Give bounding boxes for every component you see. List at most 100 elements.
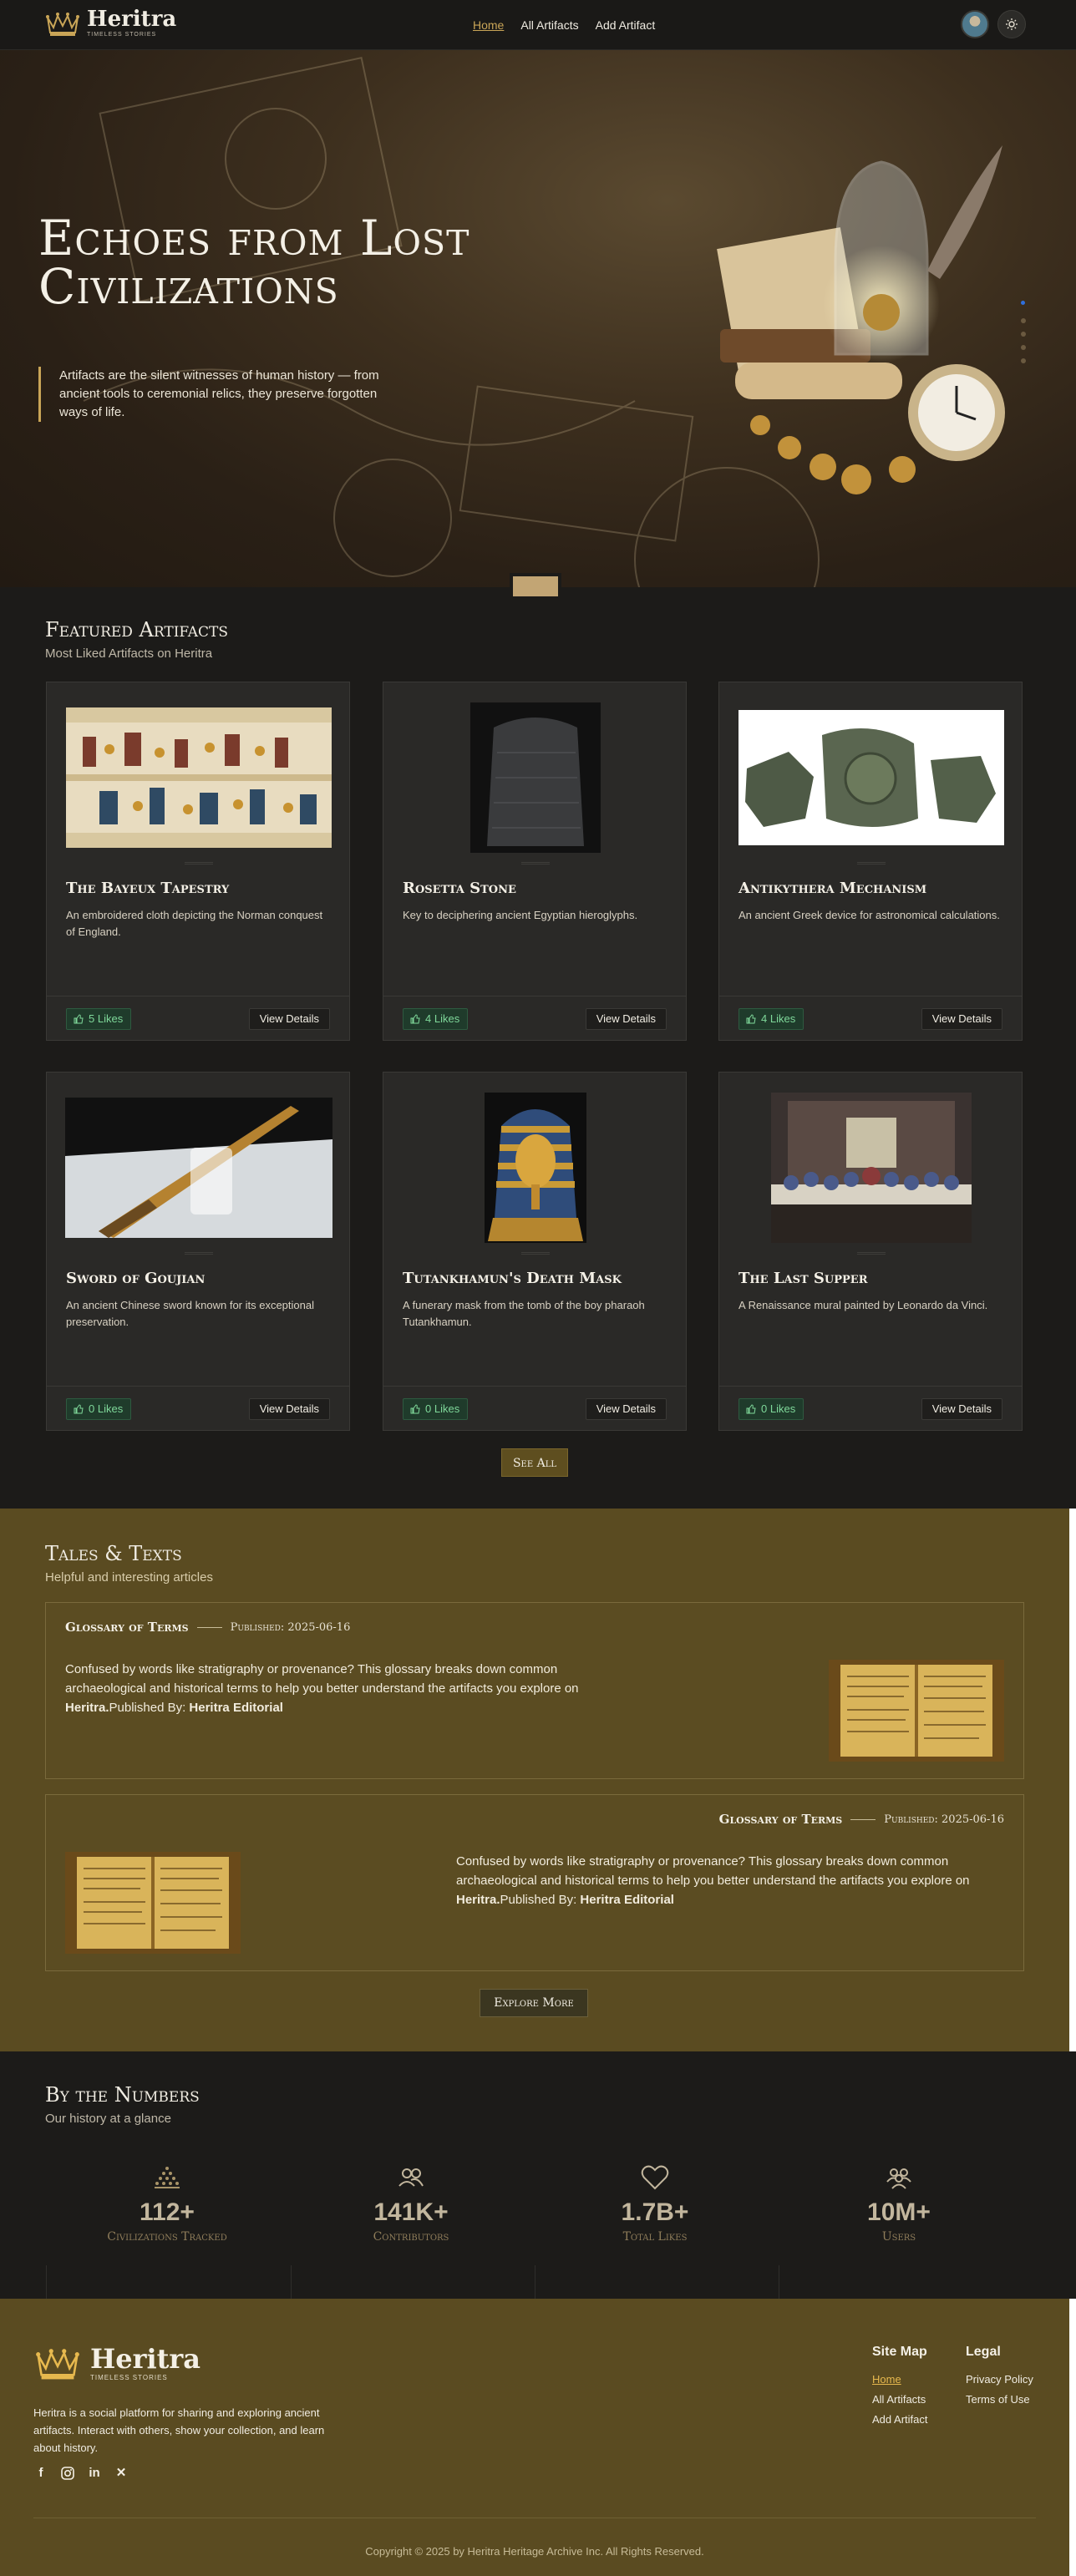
numbers-title: By the Numbers <box>45 2083 200 2107</box>
like-count: 5 Likes <box>89 1012 124 1025</box>
article-card[interactable]: Glossary of Terms Published: 2025-06-16 … <box>45 1602 1024 1779</box>
stat-label: Users <box>881 2230 916 2244</box>
footer-link-add-artifact[interactable]: Add Artifact <box>872 2413 927 2426</box>
artifact-card: Sword of Goujian An ancient Chinese swor… <box>46 1072 350 1431</box>
brand-logo[interactable]: Heritra TIMELESS STORIES <box>45 8 176 38</box>
card-footer: 0 Likes View Details <box>383 1386 686 1430</box>
tales-title: Tales & Texts <box>45 1542 182 1565</box>
theme-toggle-button[interactable] <box>997 10 1026 38</box>
view-details-button[interactable]: View Details <box>248 1398 330 1420</box>
artifact-title[interactable]: Rosetta Stone <box>403 880 516 897</box>
explore-more-button[interactable]: Explore More <box>480 1989 588 2017</box>
numbers-header: By the Numbers Our history at a glance <box>45 2083 200 2126</box>
like-button[interactable]: 0 Likes <box>738 1398 804 1420</box>
article-body: Confused by words like stratigraphy or p… <box>456 1852 1007 1909</box>
like-count: 0 Likes <box>89 1402 124 1415</box>
card-divider <box>857 862 886 865</box>
artifact-image[interactable] <box>47 1093 351 1243</box>
thumbs-up-icon <box>746 1014 756 1024</box>
linkedin-icon[interactable]: in <box>87 2466 102 2481</box>
stat-civilizations: 112+ Civilizations Tracked <box>45 2163 289 2244</box>
article-title[interactable]: Glossary of Terms <box>65 1620 189 1635</box>
article-title[interactable]: Glossary of Terms <box>719 1812 843 1827</box>
brand-tagline: TIMELESS STORIES <box>87 32 157 38</box>
article-date: Published: 2025-06-16 <box>230 1620 351 1634</box>
footer-link-home[interactable]: Home <box>872 2373 927 2386</box>
instagram-icon[interactable] <box>60 2466 75 2481</box>
footer-link-all-artifacts[interactable]: All Artifacts <box>872 2393 927 2406</box>
artifact-description: An embroidered cloth depicting the Norma… <box>66 909 323 938</box>
card-footer: 4 Likes View Details <box>719 996 1022 1040</box>
article-header: Glossary of Terms Published: 2025-06-16 <box>719 1812 1004 1827</box>
legal-heading: Legal <box>966 2345 1001 2359</box>
footer-link-privacy[interactable]: Privacy Policy <box>966 2373 1033 2386</box>
view-details-button[interactable]: View Details <box>585 1398 667 1420</box>
user-avatar[interactable] <box>961 10 989 38</box>
artifact-image[interactable] <box>47 702 351 853</box>
facebook-icon[interactable]: f <box>33 2466 48 2481</box>
group-icon <box>886 2168 911 2189</box>
article-by-label: Published By: <box>500 1893 581 1907</box>
nav-link-all-artifacts[interactable]: All Artifacts <box>520 18 578 32</box>
pyramid-icon <box>155 2167 180 2188</box>
x-icon[interactable]: ✕ <box>114 2466 129 2481</box>
artifact-title[interactable]: Sword of Goujian <box>66 1270 205 1287</box>
article-card[interactable]: Glossary of Terms Published: 2025-06-16 … <box>45 1794 1024 1971</box>
artifact-title[interactable]: The Last Supper <box>738 1270 868 1287</box>
like-button[interactable]: 0 Likes <box>66 1398 132 1420</box>
artifact-title[interactable]: The Bayeux Tapestry <box>66 880 229 897</box>
artifact-description: Key to deciphering ancient Egyptian hier… <box>403 909 638 921</box>
artifact-image[interactable] <box>383 702 688 853</box>
tales-section: Tales & Texts Helpful and interesting ar… <box>0 1509 1069 2051</box>
artifact-card: Rosetta Stone Key to deciphering ancient… <box>383 682 687 1041</box>
like-button[interactable]: 4 Likes <box>738 1008 804 1030</box>
artifact-title[interactable]: Tutankhamun's Death Mask <box>403 1270 622 1287</box>
card-footer: 4 Likes View Details <box>383 996 686 1040</box>
card-divider <box>521 862 550 865</box>
page-edge <box>1069 2299 1076 2576</box>
stat-users: 10M+ Users <box>777 2163 1021 2244</box>
artifact-card: The Last Supper A Renaissance mural pain… <box>718 1072 1023 1431</box>
article-date: Published: 2025-06-16 <box>884 1813 1004 1826</box>
nav-link-home[interactable]: Home <box>473 18 504 32</box>
view-details-button[interactable]: View Details <box>921 1008 1002 1030</box>
article-header: Glossary of Terms Published: 2025-06-16 <box>65 1620 350 1635</box>
article-author: Heritra Editorial <box>189 1701 283 1715</box>
article-image[interactable] <box>65 1852 241 1954</box>
footer-logo[interactable]: Heritra TIMELESS STORIES <box>33 2345 200 2381</box>
see-all-button[interactable]: See All <box>501 1448 568 1477</box>
stat-value: 141K+ <box>373 2198 449 2226</box>
artifact-image[interactable] <box>719 1093 1023 1243</box>
artifact-description: A funerary mask from the tomb of the boy… <box>403 1299 645 1328</box>
divider <box>196 1626 222 1628</box>
artifact-image[interactable] <box>383 1093 688 1243</box>
like-button[interactable]: 4 Likes <box>403 1008 469 1030</box>
footer-link-terms[interactable]: Terms of Use <box>966 2393 1033 2406</box>
crown-icon <box>46 12 79 36</box>
numbers-section: By the Numbers Our history at a glance 1… <box>0 2051 1076 2299</box>
thumbs-up-icon <box>410 1014 420 1024</box>
artifact-card: Tutankhamun's Death Mask A funerary mask… <box>383 1072 687 1431</box>
artifact-image[interactable] <box>719 702 1023 853</box>
view-details-button[interactable]: View Details <box>585 1008 667 1030</box>
thumbs-up-icon <box>746 1404 756 1414</box>
article-image[interactable] <box>829 1660 1004 1762</box>
artifact-title[interactable]: Antikythera Mechanism <box>738 880 926 897</box>
page-edge <box>1069 1509 1076 2051</box>
carousel-indicator-active[interactable] <box>1021 301 1025 305</box>
view-details-button[interactable]: View Details <box>921 1398 1002 1420</box>
like-button[interactable]: 0 Likes <box>403 1398 469 1420</box>
card-divider <box>185 1252 213 1255</box>
tales-subtitle: Helpful and interesting articles <box>45 1570 213 1585</box>
article-author: Heritra Editorial <box>580 1893 674 1907</box>
thumbs-up-icon <box>74 1014 84 1024</box>
divider <box>850 1818 876 1820</box>
view-details-button[interactable]: View Details <box>248 1008 330 1030</box>
carousel-indicators[interactable] <box>1018 316 1029 391</box>
brand-name: Heritra <box>87 7 177 32</box>
users-icon <box>398 2168 424 2187</box>
like-button[interactable]: 5 Likes <box>66 1008 132 1030</box>
nav-link-add-artifact[interactable]: Add Artifact <box>596 18 656 32</box>
artifact-description: A Renaissance mural painted by Leonardo … <box>738 1299 988 1311</box>
hero-bottom-tab <box>510 573 561 600</box>
